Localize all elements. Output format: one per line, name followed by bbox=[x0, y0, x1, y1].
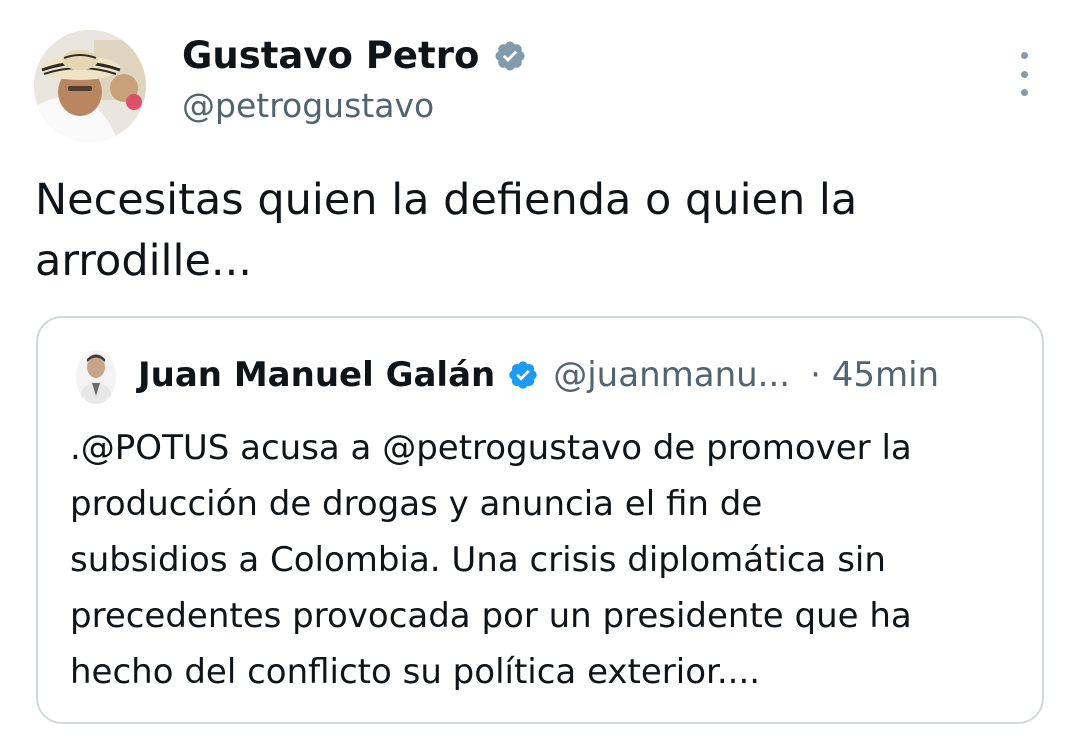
quoted-text-line: subsidios a Colombia. Una crisis diplomá… bbox=[70, 540, 886, 580]
more-dot bbox=[1020, 70, 1028, 78]
more-dot bbox=[1020, 89, 1028, 96]
quoted-author-handle[interactable]: @juanmanu... bbox=[553, 355, 790, 395]
quoted-tweet-text: .@POTUS acusa a @petrogustavo de promove… bbox=[70, 420, 1030, 700]
quoted-text-line: hecho del conflicto su política exterior… bbox=[70, 652, 761, 692]
quoted-timestamp[interactable]: · 45min bbox=[810, 355, 939, 395]
author-name-row[interactable]: Gustavo Petro bbox=[182, 34, 527, 77]
more-dot bbox=[1020, 52, 1028, 59]
quoted-text-line: precedentes provocada por un presidente … bbox=[70, 596, 912, 636]
author-name[interactable]: Gustavo Petro bbox=[182, 34, 479, 77]
tweet-text-line: arrodille... bbox=[35, 236, 252, 286]
quoted-author-avatar[interactable] bbox=[76, 350, 116, 404]
tweet: Gustavo Petro @petrogustavo Necesitas qu… bbox=[0, 0, 1080, 746]
author-handle[interactable]: @petrogustavo bbox=[182, 86, 434, 125]
tweet-text: Necesitas quien la defienda o quien la a… bbox=[35, 170, 1035, 292]
verified-badge-icon bbox=[495, 40, 525, 71]
quoted-header: Juan Manuel Galán @juanmanu... · 45min bbox=[138, 355, 939, 395]
quoted-author-name[interactable]: Juan Manuel Galán bbox=[138, 355, 495, 395]
more-vertical-icon[interactable] bbox=[1010, 52, 1038, 96]
author-avatar[interactable] bbox=[34, 30, 146, 142]
quoted-tweet-card[interactable]: Juan Manuel Galán @juanmanu... · 45min .… bbox=[36, 316, 1044, 724]
quoted-text-line: .@POTUS acusa a @petrogustavo de promove… bbox=[70, 428, 912, 468]
tweet-text-line: Necesitas quien la defienda o quien la bbox=[35, 175, 858, 225]
verified-badge-icon bbox=[509, 361, 537, 389]
quoted-text-line: producción de drogas y anuncia el fin de bbox=[70, 484, 763, 524]
